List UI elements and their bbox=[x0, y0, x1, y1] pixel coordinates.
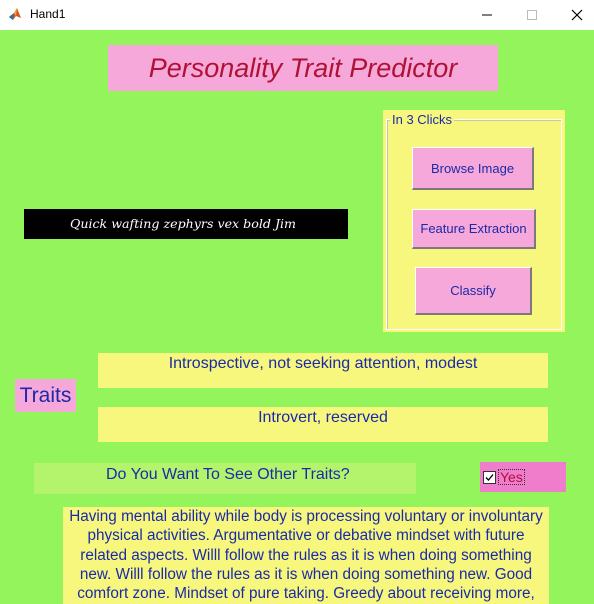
maximize-icon bbox=[527, 10, 537, 20]
matlab-icon bbox=[9, 8, 21, 20]
traits-label-text: Traits bbox=[19, 383, 72, 407]
yes-checkbox-label[interactable]: Yes bbox=[498, 469, 525, 485]
other-traits-description-text: Having mental ability while body is proc… bbox=[69, 508, 543, 603]
handwriting-sample: Quick wafting zephyrs vex bold Jim bbox=[70, 216, 296, 231]
trait-result-1-text: Introspective, not seeking attention, mo… bbox=[168, 355, 478, 372]
minimize-icon bbox=[482, 14, 492, 16]
minimize-button[interactable] bbox=[464, 0, 510, 30]
other-traits-description: Having mental ability while body is proc… bbox=[63, 507, 549, 604]
browse-image-label: Browse Image bbox=[430, 160, 515, 176]
handwriting-image: Quick wafting zephyrs vex bold Jim bbox=[24, 209, 348, 239]
figure-canvas: Personality Trait Predictor In 3 Clicks … bbox=[0, 30, 594, 604]
feature-extraction-label: Feature Extraction bbox=[420, 221, 527, 236]
trait-result-1: Introspective, not seeking attention, mo… bbox=[98, 353, 548, 388]
handwriting-text: Quick wafting zephyrs vex bold Jim bbox=[70, 216, 296, 231]
app-title-box: Personality Trait Predictor bbox=[108, 45, 498, 91]
close-button[interactable] bbox=[554, 0, 594, 30]
title-bar: Hand1 bbox=[0, 0, 594, 31]
other-traits-question: Do You Want To See Other Traits? bbox=[34, 463, 416, 494]
checkmark-icon bbox=[485, 473, 494, 481]
browse-image-button[interactable]: Browse Image bbox=[412, 147, 534, 190]
classify-button[interactable]: Classify bbox=[415, 267, 532, 315]
panel-legend: In 3 Clicks bbox=[390, 112, 454, 127]
close-icon bbox=[571, 9, 583, 21]
classify-label: Classify bbox=[450, 283, 496, 298]
clicks-panel: In 3 Clicks Browse Image Feature Extract… bbox=[383, 110, 565, 332]
trait-result-2: Introvert, reserved bbox=[98, 407, 548, 442]
yes-checkbox-container[interactable]: Yes bbox=[480, 462, 566, 492]
yes-checkbox[interactable] bbox=[483, 470, 496, 484]
other-traits-question-text: Do You Want To See Other Traits? bbox=[106, 466, 350, 483]
traits-label: Traits bbox=[15, 379, 76, 412]
trait-result-2-text: Introvert, reserved bbox=[258, 409, 388, 426]
app-title: Personality Trait Predictor bbox=[148, 52, 458, 83]
maximize-button[interactable] bbox=[509, 0, 555, 30]
window-title: Hand1 bbox=[30, 7, 66, 21]
feature-extraction-button[interactable]: Feature Extraction bbox=[412, 209, 536, 249]
